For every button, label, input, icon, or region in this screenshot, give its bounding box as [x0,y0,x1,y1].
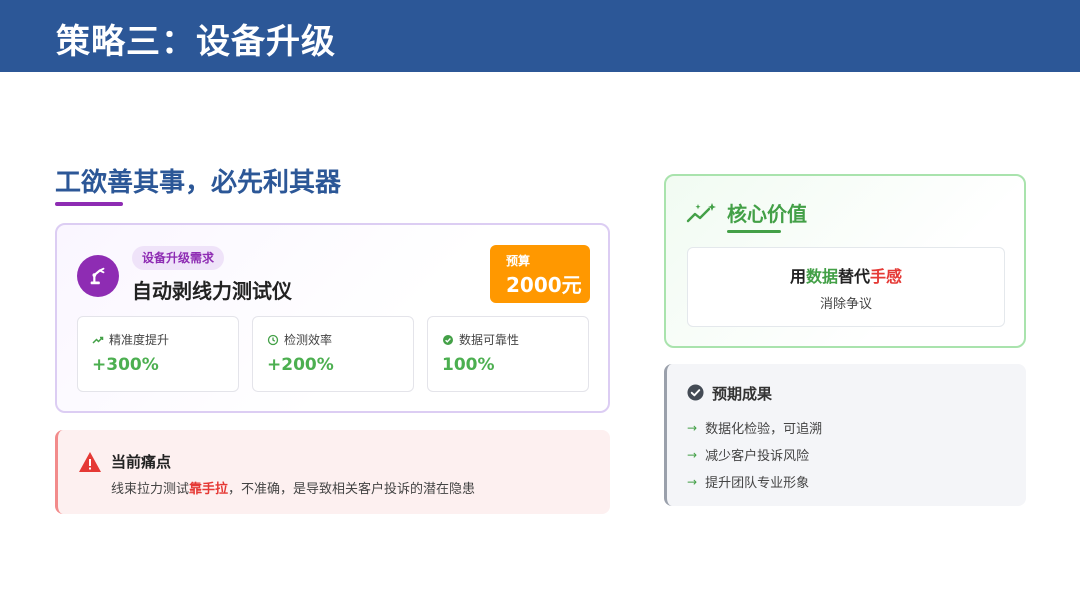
expected-results-card: 预期成果 → 数据化检验，可追溯 → 减少客户投诉风险 → 提升团队专业形象 [664,364,1026,506]
device-name: 自动剥线力测试仪 [132,279,292,303]
section-title-underline [55,202,123,206]
metric-label: 检测效率 [284,333,333,347]
list-item: → 数据化检验，可追溯 [687,420,823,438]
warning-icon [79,452,101,472]
arrow-right-icon: → [687,420,698,435]
trend-up-icon [92,336,104,344]
arrow-right-icon: → [687,474,698,489]
expected-results-list: → 数据化检验，可追溯 → 减少客户投诉风险 → 提升团队专业形象 [687,414,822,495]
list-item: → 减少客户投诉风险 [687,447,810,465]
core-value-box: 用数据替代手感 消除争议 [687,247,1005,327]
metric-card-accuracy: 精准度提升 +300% [77,316,239,392]
core-value-title: 核心价值 [727,202,807,226]
pain-point-card: 当前痛点 线束拉力测试靠手拉，不准确，是导致相关客户投诉的潜在隐患 [55,430,610,514]
header-bar: 策略三：设备升级 [0,0,1080,72]
pain-highlight: 靠手拉 [189,482,229,497]
check-circle-icon [443,334,453,345]
metric-value: +200% [267,355,334,375]
clock-icon [267,334,279,345]
arrow-right-icon: → [687,447,698,462]
robot-arm-icon [77,255,119,297]
metric-value: 100% [442,355,495,375]
list-item: → 提升团队专业形象 [687,474,810,492]
expected-results-title: 预期成果 [712,385,773,403]
check-circle-icon [687,384,704,401]
core-value-card: 核心价值 用数据替代手感 消除争议 [664,174,1026,348]
core-value-underline [727,230,781,233]
pain-description: 线束拉力测试靠手拉，不准确，是导致相关客户投诉的潜在隐患 [111,482,476,497]
metric-value: +300% [92,355,159,375]
device-card: 设备升级需求 自动剥线力测试仪 预算 2000元 精准度提升 +300% 检测效… [55,223,610,413]
budget-label: 预算 [506,254,531,268]
budget-badge: 预算 2000元 [490,245,590,303]
core-value-subtext: 消除争议 [819,297,872,312]
section-title: 工欲善其事，必先利其器 [55,168,342,198]
device-tag-badge: 设备升级需求 [132,246,225,270]
metric-card-efficiency: 检测效率 +200% [252,316,414,392]
metric-label: 精准度提升 [109,333,170,347]
page-title: 策略三：设备升级 [56,22,336,62]
metric-card-reliability: 数据可靠性 100% [427,316,589,392]
sparkle-chart-icon [686,203,716,223]
core-value-statement: 用数据替代手感 [789,267,903,286]
metric-label: 数据可靠性 [459,333,520,347]
pain-title: 当前痛点 [111,453,172,471]
budget-value: 2000元 [506,273,582,297]
